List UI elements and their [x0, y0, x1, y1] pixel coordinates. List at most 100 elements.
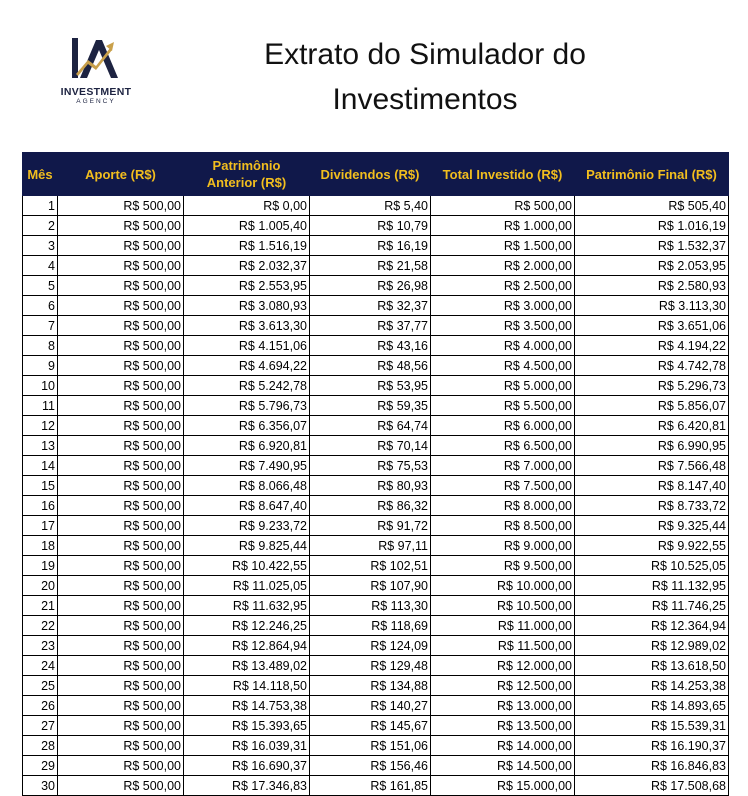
table-row: 19 R$ 500,00 R$ 10.422,55 R$ 102,51 R$ 9.500… — [22, 555, 729, 576]
total-investido-cell: R$ 5.500,00 — [430, 395, 575, 416]
total-investido-cell: R$ 4.000,00 — [430, 335, 575, 356]
aporte-cell: R$ 500,00 — [57, 695, 184, 716]
aporte-cell: R$ 500,00 — [57, 555, 184, 576]
table-row: 22 R$ 500,00 R$ 12.246,25 R$ 118,69 R$ 11.00… — [22, 615, 729, 636]
aporte-cell: R$ 500,00 — [57, 595, 184, 616]
patrimonio-final-cell: R$ 2.053,95 — [574, 255, 729, 276]
dividendos-cell: R$ 107,90 — [309, 575, 431, 596]
mes-cell: 6 — [22, 295, 58, 316]
total-investido-cell: R$ 2.500,00 — [430, 275, 575, 296]
table-header-row: Mês Aporte (R$) Patrimônio Anterior (R$)… — [22, 152, 729, 196]
mes-cell: 20 — [22, 575, 58, 596]
patrimonio-final-cell: R$ 3.113,30 — [574, 295, 729, 316]
mes-cell: 10 — [22, 375, 58, 396]
patrimonio-anterior-cell: R$ 12.246,25 — [183, 615, 310, 636]
table-row: 11 R$ 500,00 R$ 5.796,73 R$ 59,35 R$ 5.500,0… — [22, 395, 729, 416]
mes-cell: 21 — [22, 595, 58, 616]
total-investido-cell: R$ 1.000,00 — [430, 215, 575, 236]
patrimonio-final-cell: R$ 11.746,25 — [574, 595, 729, 616]
patrimonio-anterior-cell: R$ 2.553,95 — [183, 275, 310, 296]
mes-cell: 19 — [22, 555, 58, 576]
dividendos-cell: R$ 140,27 — [309, 695, 431, 716]
aporte-cell: R$ 500,00 — [57, 275, 184, 296]
mes-cell: 5 — [22, 275, 58, 296]
dividendos-cell: R$ 10,79 — [309, 215, 431, 236]
dividendos-cell: R$ 118,69 — [309, 615, 431, 636]
aporte-cell: R$ 500,00 — [57, 635, 184, 656]
dividendos-cell: R$ 32,37 — [309, 295, 431, 316]
dividendos-cell: R$ 156,46 — [309, 755, 431, 776]
patrimonio-anterior-cell: R$ 2.032,37 — [183, 255, 310, 276]
aporte-cell: R$ 500,00 — [57, 215, 184, 236]
dividendos-cell: R$ 145,67 — [309, 715, 431, 736]
patrimonio-anterior-cell: R$ 10.422,55 — [183, 555, 310, 576]
total-investido-cell: R$ 13.000,00 — [430, 695, 575, 716]
total-investido-cell: R$ 3.500,00 — [430, 315, 575, 336]
patrimonio-anterior-cell: R$ 11.025,05 — [183, 575, 310, 596]
dividendos-cell: R$ 21,58 — [309, 255, 431, 276]
patrimonio-final-cell: R$ 16.190,37 — [574, 735, 729, 756]
table-row: 8 R$ 500,00 R$ 4.151,06 R$ 43,16 R$ 4.000,00… — [22, 335, 729, 356]
patrimonio-anterior-cell: R$ 4.694,22 — [183, 355, 310, 376]
table-row: 28 R$ 500,00 R$ 16.039,31 R$ 151,06 R$ 14.00… — [22, 735, 729, 756]
table-row: 6 R$ 500,00 R$ 3.080,93 R$ 32,37 R$ 3.000,00… — [22, 295, 729, 316]
total-investido-cell: R$ 500,00 — [430, 195, 575, 216]
dividendos-cell: R$ 43,16 — [309, 335, 431, 356]
total-investido-cell: R$ 9.500,00 — [430, 555, 575, 576]
aporte-cell: R$ 500,00 — [57, 615, 184, 636]
dividendos-cell: R$ 16,19 — [309, 235, 431, 256]
patrimonio-anterior-cell: R$ 4.151,06 — [183, 335, 310, 356]
aporte-cell: R$ 500,00 — [57, 255, 184, 276]
total-investido-cell: R$ 1.500,00 — [430, 235, 575, 256]
total-investido-cell: R$ 14.000,00 — [430, 735, 575, 756]
mes-cell: 27 — [22, 715, 58, 736]
mes-cell: 22 — [22, 615, 58, 636]
aporte-cell: R$ 500,00 — [57, 195, 184, 216]
patrimonio-final-cell: R$ 14.253,38 — [574, 675, 729, 696]
patrimonio-anterior-cell: R$ 8.066,48 — [183, 475, 310, 496]
patrimonio-anterior-cell: R$ 12.864,94 — [183, 635, 310, 656]
patrimonio-anterior-cell: R$ 6.920,81 — [183, 435, 310, 456]
aporte-cell: R$ 500,00 — [57, 675, 184, 696]
logo-name: INVESTMENT — [60, 86, 132, 98]
aporte-cell: R$ 500,00 — [57, 375, 184, 396]
dividendos-cell: R$ 113,30 — [309, 595, 431, 616]
patrimonio-final-cell: R$ 1.016,19 — [574, 215, 729, 236]
aporte-cell: R$ 500,00 — [57, 295, 184, 316]
total-investido-cell: R$ 11.500,00 — [430, 635, 575, 656]
mes-cell: 17 — [22, 515, 58, 536]
patrimonio-final-cell: R$ 5.856,07 — [574, 395, 729, 416]
table-row: 23 R$ 500,00 R$ 12.864,94 R$ 124,09 R$ 11.50… — [22, 635, 729, 656]
patrimonio-anterior-cell: R$ 14.753,38 — [183, 695, 310, 716]
aporte-cell: R$ 500,00 — [57, 755, 184, 776]
patrimonio-anterior-cell: R$ 3.613,30 — [183, 315, 310, 336]
total-investido-cell: R$ 4.500,00 — [430, 355, 575, 376]
total-investido-cell: R$ 6.500,00 — [430, 435, 575, 456]
mes-cell: 9 — [22, 355, 58, 376]
mes-cell: 18 — [22, 535, 58, 556]
patrimonio-final-cell: R$ 1.532,37 — [574, 235, 729, 256]
total-investido-cell: R$ 14.500,00 — [430, 755, 575, 776]
table-body: 1 R$ 500,00 R$ 0,00 R$ 5,40 R$ 500,00 R$ 505,… — [22, 195, 729, 796]
header-aporte: Aporte (R$) — [57, 152, 184, 196]
logo-mark-icon — [72, 38, 118, 78]
table-row: 1 R$ 500,00 R$ 0,00 R$ 5,40 R$ 500,00 R$ 505,… — [22, 195, 729, 216]
mes-cell: 7 — [22, 315, 58, 336]
total-investido-cell: R$ 10.000,00 — [430, 575, 575, 596]
aporte-cell: R$ 500,00 — [57, 515, 184, 536]
table-row: 27 R$ 500,00 R$ 15.393,65 R$ 145,67 R$ 13.50… — [22, 715, 729, 736]
page-title: Extrato do Simulador do Investimentos — [264, 38, 586, 116]
patrimonio-final-cell: R$ 9.922,55 — [574, 535, 729, 556]
table-row: 9 R$ 500,00 R$ 4.694,22 R$ 48,56 R$ 4.500,00… — [22, 355, 729, 376]
mes-cell: 14 — [22, 455, 58, 476]
total-investido-cell: R$ 13.500,00 — [430, 715, 575, 736]
table-row: 4 R$ 500,00 R$ 2.032,37 R$ 21,58 R$ 2.000,00… — [22, 255, 729, 276]
logo-subtitle: AGENCY — [76, 98, 116, 105]
table-row: 17 R$ 500,00 R$ 9.233,72 R$ 91,72 R$ 8.500,0… — [22, 515, 729, 536]
mes-cell: 29 — [22, 755, 58, 776]
header-patrimonio-anterior: Patrimônio Anterior (R$) — [183, 152, 310, 196]
total-investido-cell: R$ 2.000,00 — [430, 255, 575, 276]
mes-cell: 24 — [22, 655, 58, 676]
dividendos-cell: R$ 91,72 — [309, 515, 431, 536]
aporte-cell: R$ 500,00 — [57, 735, 184, 756]
